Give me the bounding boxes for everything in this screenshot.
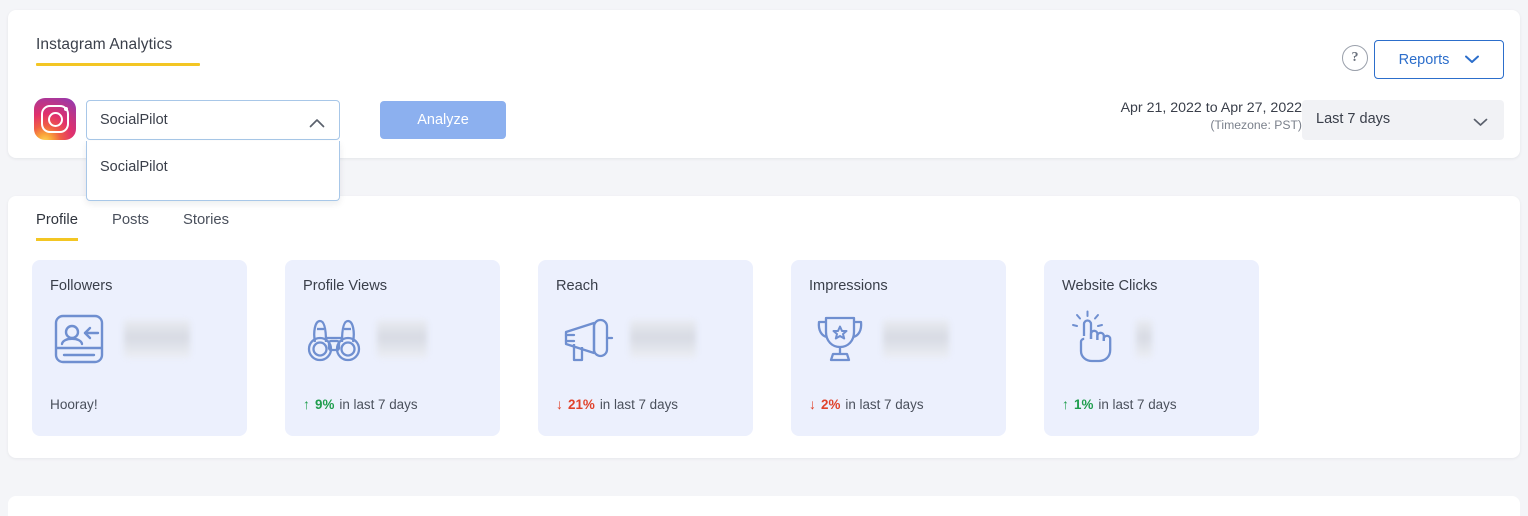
account-select-value: SocialPilot: [100, 112, 168, 128]
metric-value-blurred: [377, 320, 427, 358]
tab-stories[interactable]: Stories: [183, 212, 229, 241]
card-body: [303, 300, 500, 378]
tab-posts[interactable]: Posts: [112, 212, 149, 241]
card-trend: ↓ 2% in last 7 days: [809, 396, 924, 412]
trend-suffix: in last 7 days: [339, 396, 418, 412]
chevron-down-icon: [1465, 52, 1480, 68]
trend-up-arrow-icon: ↑: [303, 396, 310, 412]
trend-percent: 1%: [1074, 396, 1094, 412]
instagram-logo-icon: [34, 98, 76, 140]
date-range-select-value: Last 7 days: [1316, 111, 1391, 127]
card-trend: ↑ 9% in last 7 days: [303, 396, 418, 412]
megaphone-icon: [556, 308, 618, 370]
content-panel: Profile Posts Stories Followers Hooray! …: [8, 196, 1520, 458]
card-body: [809, 300, 1006, 378]
tab-bar: Profile Posts Stories: [36, 212, 229, 241]
header-panel: Instagram Analytics ? Reports SocialPilo…: [8, 10, 1520, 201]
metric-value-blurred: [124, 320, 190, 358]
trend-percent: 21%: [568, 396, 595, 412]
metric-card-followers[interactable]: Followers Hooray!: [32, 260, 247, 436]
metric-card-impressions[interactable]: Impressions ↓ 2% in last 7 days: [791, 260, 1006, 436]
trophy-icon: [809, 308, 871, 370]
instagram-dot: [63, 107, 68, 111]
next-panel-edge: [8, 496, 1520, 516]
card-body: [50, 300, 247, 378]
account-select-menu[interactable]: SocialPilot: [86, 141, 340, 201]
trend-percent: 9%: [315, 396, 335, 412]
card-title: Reach: [556, 278, 599, 294]
timezone-text: (Timezone: PST): [1210, 118, 1302, 132]
trend-suffix: in last 7 days: [599, 396, 678, 412]
metric-value-blurred: [883, 320, 949, 358]
metric-value-blurred: [1136, 320, 1152, 358]
click-hand-icon: [1062, 308, 1124, 370]
card-title: Profile Views: [303, 278, 388, 294]
followers-card-icon: [50, 308, 112, 370]
metric-value-blurred: [630, 320, 696, 358]
tab-profile[interactable]: Profile: [36, 212, 78, 241]
binoculars-icon: [303, 308, 365, 370]
analyze-button[interactable]: Analyze: [380, 101, 506, 139]
page-title: Instagram Analytics: [36, 36, 173, 53]
trend-down-arrow-icon: ↓: [809, 396, 816, 412]
instagram-lens: [47, 111, 63, 127]
account-option-socialpilot[interactable]: SocialPilot: [87, 141, 339, 175]
card-body: [1062, 300, 1259, 378]
chevron-down-icon: [1473, 114, 1488, 132]
trend-down-arrow-icon: ↓: [556, 396, 563, 412]
page-title-wrap: Instagram Analytics: [36, 36, 200, 66]
metric-card-reach[interactable]: Reach ↓ 21% in last 7 days: [538, 260, 753, 436]
date-range-display: Apr 21, 2022 to Apr 27, 2022 (Timezone: …: [1121, 100, 1302, 132]
card-footer-text: Hooray!: [50, 397, 98, 412]
trend-suffix: in last 7 days: [845, 396, 924, 412]
account-select[interactable]: SocialPilot: [86, 100, 340, 140]
card-body: [556, 300, 753, 378]
reports-button-label: Reports: [1398, 51, 1450, 68]
trend-percent: 2%: [821, 396, 841, 412]
trend-up-arrow-icon: ↑: [1062, 396, 1069, 412]
help-icon[interactable]: ?: [1342, 45, 1368, 71]
trend-suffix: in last 7 days: [1098, 396, 1177, 412]
chevron-up-icon: [309, 115, 325, 133]
card-title: Website Clicks: [1062, 278, 1158, 294]
card-trend: ↓ 21% in last 7 days: [556, 396, 678, 412]
card-title: Followers: [50, 278, 113, 294]
metric-card-profile-views[interactable]: Profile Views ↑ 9% in last 7 days: [285, 260, 500, 436]
date-range-text: Apr 21, 2022 to Apr 27, 2022: [1120, 100, 1302, 116]
card-title: Impressions: [809, 278, 888, 294]
reports-button[interactable]: Reports: [1374, 40, 1504, 79]
metric-cards: Followers Hooray! Profile Views ↑ 9% in …: [32, 260, 1259, 436]
date-range-select[interactable]: Last 7 days: [1302, 100, 1504, 140]
page-title-underline: [36, 63, 200, 66]
metric-card-website-clicks[interactable]: Website Clicks ↑ 1% in last 7 days: [1044, 260, 1259, 436]
card-trend: ↑ 1% in last 7 days: [1062, 396, 1177, 412]
